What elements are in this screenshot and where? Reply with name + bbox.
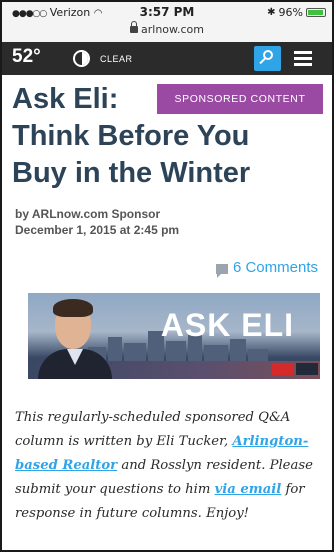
search-button[interactable] [254, 46, 281, 71]
status-bar: ●●●○○ Verizon ◠ 3:57 PM ✱ 96% arlnow.com [2, 2, 332, 42]
sponsor-logo [272, 363, 294, 375]
phone-frame: ●●●○○ Verizon ◠ 3:57 PM ✱ 96% arlnow.com… [0, 0, 334, 552]
battery-fill [308, 10, 323, 15]
sponsored-badge[interactable]: SPONSORED CONTENT [157, 84, 323, 114]
eli-photo [38, 297, 112, 379]
comments-count: 6 Comments [232, 259, 318, 276]
weather-condition: CLEAR [100, 54, 133, 64]
title-line: Buy in the Winter [12, 157, 251, 189]
comment-icon [215, 263, 228, 278]
battery-icon [306, 8, 326, 17]
url-text: arlnow.com [141, 23, 204, 36]
title-line: Think Before You [12, 120, 250, 152]
bluetooth-icon: ✱ [267, 7, 276, 18]
menu-button[interactable] [288, 46, 318, 71]
battery-percent: 96% [278, 6, 303, 19]
comments-link[interactable]: 6 Comments [215, 259, 318, 278]
search-icon-handle [259, 57, 266, 65]
ask-eli-banner[interactable]: ASK ELI [28, 293, 320, 379]
moon-icon [73, 50, 90, 67]
hamburger-icon [294, 51, 312, 54]
author[interactable]: by ARLnow.com Sponsor [15, 206, 179, 222]
banner-title: ASK ELI [160, 307, 294, 343]
hamburger-icon [294, 57, 312, 60]
lock-icon [130, 21, 138, 33]
article-intro: This regularly-scheduled sponsored Q&A c… [15, 410, 313, 521]
email-link[interactable]: via email [215, 482, 282, 497]
address-bar[interactable]: arlnow.com [2, 21, 332, 36]
weather-temperature: 52° [12, 46, 41, 67]
article-byline: by ARLnow.com Sponsor December 1, 2015 a… [15, 206, 179, 238]
hamburger-icon [294, 63, 312, 66]
sponsor-logo-secondary [296, 363, 318, 375]
publish-date: December 1, 2015 at 2:45 pm [15, 223, 180, 237]
battery-info: ✱ 96% [267, 6, 326, 19]
site-header: 52° CLEAR [2, 42, 332, 75]
